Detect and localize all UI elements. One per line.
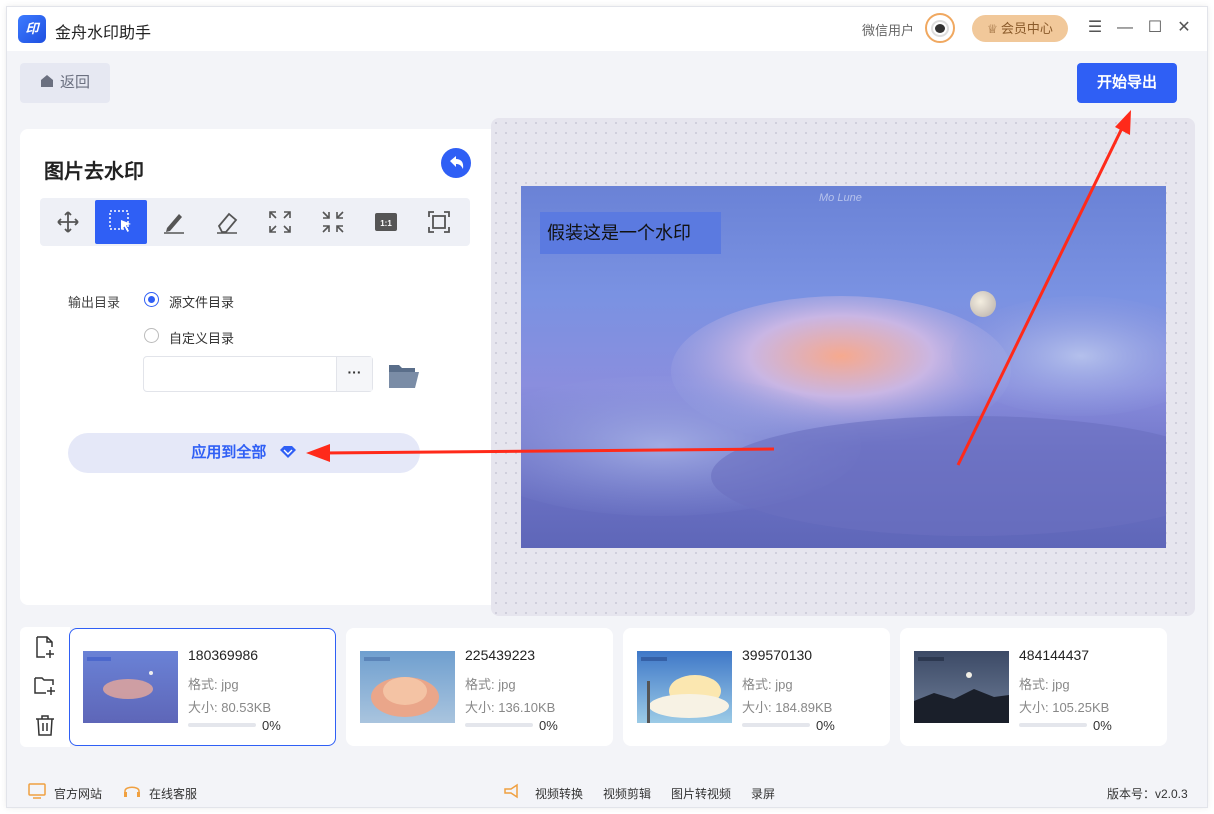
- screen-record-link[interactable]: 录屏: [751, 785, 775, 802]
- avatar[interactable]: [925, 13, 955, 43]
- online-service-link[interactable]: 在线客服: [149, 785, 197, 802]
- vip-center-button[interactable]: ♕ 会员中心: [972, 15, 1068, 42]
- move-icon: [57, 211, 79, 233]
- fit-screen-icon: [269, 211, 291, 233]
- progress-bar: [188, 723, 256, 727]
- file-thumbnail: [637, 651, 732, 723]
- shrink-screen-icon: [322, 211, 344, 233]
- eraser-icon: [217, 212, 238, 234]
- menu-icon[interactable]: ☰: [1084, 17, 1106, 39]
- headset-icon: [124, 786, 140, 797]
- progress-bar: [742, 723, 810, 727]
- actual-size-tool[interactable]: 1:1: [360, 200, 412, 244]
- select-region-icon: [109, 210, 131, 232]
- image-to-video-link[interactable]: 图片转视频: [671, 785, 731, 802]
- website-icon: [28, 783, 46, 799]
- vip-center-label: 会员中心: [1000, 21, 1053, 36]
- select-region-tool[interactable]: [95, 200, 147, 244]
- frame-tool[interactable]: [413, 200, 465, 244]
- file-actions: [20, 627, 70, 747]
- file-thumbnail: [83, 651, 178, 723]
- eraser-tool[interactable]: [201, 200, 253, 244]
- maximize-icon[interactable]: ☐: [1144, 17, 1166, 39]
- browse-button[interactable]: ···: [336, 357, 372, 391]
- app-title: 金舟水印助手: [55, 25, 152, 42]
- video-edit-link[interactable]: 视频剪辑: [603, 785, 651, 802]
- file-size: 大小: 136.10KB: [465, 700, 556, 715]
- progress-label: 0%: [1093, 718, 1112, 733]
- progress-bar: [465, 723, 533, 727]
- add-file-icon[interactable]: [33, 635, 57, 659]
- file-thumbnail: [360, 651, 455, 723]
- progress-label: 0%: [539, 718, 558, 733]
- file-name: 180369986: [188, 647, 259, 663]
- home-icon: [40, 75, 53, 87]
- shrink-screen-tool[interactable]: [307, 200, 359, 244]
- settings-panel: 图片去水印 1:1 输出目录 源文件目录 自定义目录 ··· 应用到全部: [20, 129, 492, 605]
- actual-size-text: 1:1: [380, 219, 392, 228]
- file-name: 225439223: [465, 647, 536, 663]
- file-card[interactable]: 484144437 格式: jpg 大小: 105.25KB 0%: [900, 628, 1167, 746]
- undo-icon: [450, 156, 464, 169]
- edit-toolbar: 1:1: [40, 198, 470, 246]
- file-card[interactable]: 180369986 格式: jpg 大小: 80.53KB 0%: [69, 628, 336, 746]
- preview-canvas[interactable]: Mo Lune 假装这是一个水印: [491, 118, 1195, 616]
- undo-button[interactable]: [441, 148, 471, 178]
- file-format: 格式: jpg: [188, 677, 239, 692]
- apply-to-all-label: 应用到全部: [191, 444, 267, 461]
- crown-icon: ♕: [987, 22, 998, 36]
- close-icon[interactable]: ✕: [1173, 17, 1195, 39]
- panel-title: 图片去水印: [44, 161, 144, 183]
- preview-image[interactable]: Mo Lune 假装这是一个水印: [521, 186, 1166, 548]
- add-folder-icon[interactable]: [33, 673, 57, 697]
- progress-label: 0%: [816, 718, 835, 733]
- custom-dir-radio[interactable]: [144, 328, 159, 343]
- minimize-icon[interactable]: —: [1114, 17, 1136, 39]
- actual-size-icon: 1:1: [375, 213, 397, 231]
- file-name: 399570130: [742, 647, 813, 663]
- back-button[interactable]: 返回: [20, 63, 110, 103]
- output-dir-label: 输出目录: [68, 295, 121, 310]
- source-dir-radio[interactable]: [144, 292, 159, 307]
- file-size: 大小: 80.53KB: [188, 700, 272, 715]
- custom-dir-field: ···: [143, 356, 373, 392]
- file-size: 大小: 184.89KB: [742, 700, 833, 715]
- file-format: 格式: jpg: [465, 677, 516, 692]
- footer-bar: 官方网站 在线客服 视频转换 视频剪辑 图片转视频 录屏 版本号：v2.0.3: [7, 772, 1207, 808]
- source-dir-label: 源文件目录: [169, 295, 235, 310]
- custom-dir-label: 自定义目录: [169, 331, 235, 346]
- trash-icon[interactable]: [33, 713, 57, 737]
- apply-to-all-button[interactable]: 应用到全部: [68, 433, 420, 473]
- watermark-selection[interactable]: 假装这是一个水印: [540, 212, 721, 254]
- official-site-link[interactable]: 官方网站: [54, 785, 102, 802]
- back-label: 返回: [59, 74, 90, 91]
- brush-icon: [164, 214, 184, 234]
- file-size: 大小: 105.25KB: [1019, 700, 1110, 715]
- version-label: 版本号：v2.0.3: [1107, 787, 1188, 801]
- file-card[interactable]: 225439223 格式: jpg 大小: 136.10KB 0%: [346, 628, 613, 746]
- file-format: 格式: jpg: [742, 677, 793, 692]
- app-window: 印 金舟水印助手 微信用户 ♕ 会员中心 ☰ — ☐ ✕ 返回 开始导出 图片去水…: [6, 6, 1208, 808]
- frame-icon: [428, 211, 450, 233]
- megaphone-icon: [504, 783, 518, 799]
- custom-dir-input[interactable]: [144, 357, 336, 391]
- file-thumbnail: [914, 651, 1009, 723]
- video-convert-link[interactable]: 视频转换: [535, 785, 583, 802]
- artist-signature: Mo Lune: [819, 192, 862, 204]
- file-format: 格式: jpg: [1019, 677, 1070, 692]
- diamond-icon: [279, 446, 296, 458]
- file-card[interactable]: 399570130 格式: jpg 大小: 184.89KB 0%: [623, 628, 890, 746]
- title-bar: 印 金舟水印助手 微信用户 ♕ 会员中心 ☰ — ☐ ✕: [7, 7, 1207, 51]
- move-tool[interactable]: [42, 200, 94, 244]
- fit-screen-tool[interactable]: [254, 200, 306, 244]
- file-name: 484144437: [1019, 647, 1090, 663]
- progress-bar: [1019, 723, 1087, 727]
- brush-tool[interactable]: [148, 200, 200, 244]
- app-logo: 印: [18, 15, 46, 43]
- user-name[interactable]: 微信用户: [862, 20, 914, 39]
- progress-label: 0%: [262, 718, 281, 733]
- start-export-button[interactable]: 开始导出: [1077, 63, 1177, 103]
- open-folder-icon[interactable]: [388, 361, 420, 389]
